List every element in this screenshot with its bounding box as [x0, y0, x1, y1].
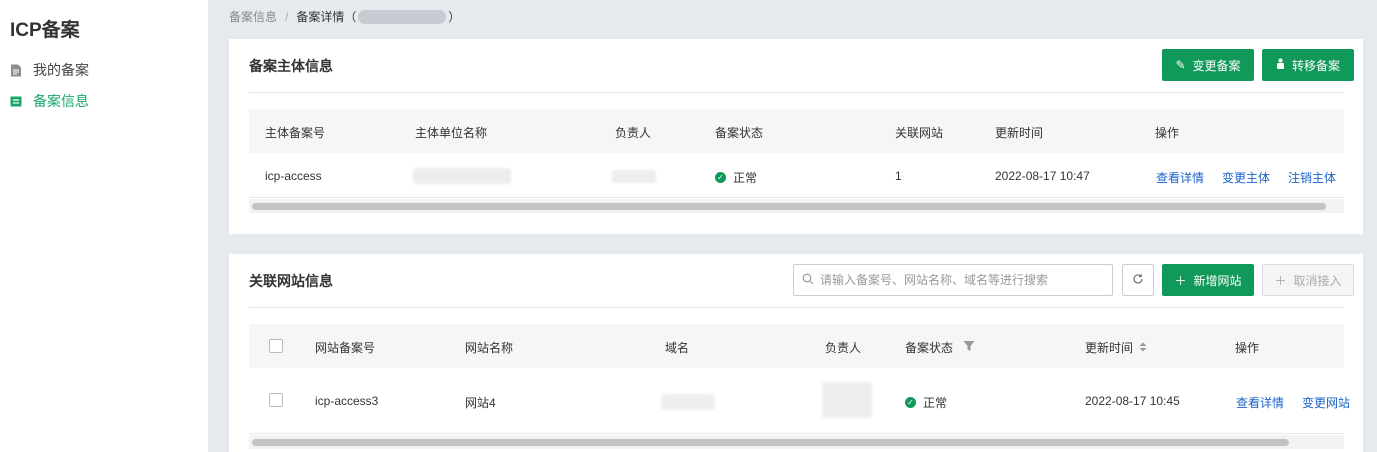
redacted-domain	[661, 394, 715, 410]
select-all-checkbox[interactable]	[269, 339, 283, 353]
cancel-access-button[interactable]: ＋ 取消接入	[1262, 264, 1354, 296]
column-header: 操作	[1155, 126, 1180, 140]
row-divider	[249, 433, 1344, 434]
pencil-icon: ✎	[1175, 58, 1186, 72]
status-text: 正常	[923, 396, 948, 410]
add-site-label: 新增网站	[1193, 273, 1242, 288]
sidebar-item-filing-info[interactable]: 备案信息	[10, 91, 89, 111]
change-subject-link[interactable]: 变更主体	[1222, 169, 1270, 186]
check-circle-icon: ✓	[715, 172, 726, 183]
column-header: 域名	[665, 341, 690, 355]
scrollbar-thumb[interactable]	[252, 203, 1326, 210]
redacted-company-name	[413, 168, 511, 184]
check-circle-icon: ✓	[905, 397, 916, 408]
column-header: 关联网站	[895, 126, 944, 140]
sort-icon[interactable]	[1139, 341, 1147, 355]
column-header: 主体备案号	[265, 126, 326, 140]
column-header: 备案状态	[715, 126, 764, 140]
site-id: icp-access3	[315, 394, 379, 408]
divider	[249, 307, 1344, 308]
sidebar-item-label: 备案信息	[33, 93, 89, 109]
status-text: 正常	[733, 171, 758, 185]
change-filing-label: 变更备案	[1192, 58, 1241, 73]
search-icon	[802, 273, 814, 288]
cancel-access-label: 取消接入	[1293, 273, 1342, 288]
subject-info-card: 备案主体信息 ✎ 变更备案 转移备案 主体备案号 主体单位名称 负责人 备案状态…	[229, 39, 1363, 234]
sidebar-item-my-filings[interactable]: 我的备案	[10, 60, 89, 80]
view-details-link[interactable]: 查看详情	[1236, 394, 1284, 411]
card-icon	[10, 95, 22, 108]
refresh-icon	[1132, 273, 1144, 288]
main-content: 备案信息 / 备案详情（ ） 备案主体信息 ✎ 变更备案 转移备案 主体备案号 …	[210, 0, 1377, 452]
search-box[interactable]	[793, 264, 1113, 296]
redacted-owner	[612, 170, 656, 183]
row-divider	[249, 197, 1344, 198]
horizontal-scrollbar[interactable]	[249, 435, 1344, 449]
column-header-label: 备案状态	[905, 341, 954, 355]
column-header: 网站备案号	[315, 341, 376, 355]
column-header: 网站名称	[465, 341, 514, 355]
plus-icon: ＋	[1174, 273, 1187, 288]
app-title: ICP备案	[10, 20, 80, 41]
change-site-link[interactable]: 变更网站	[1302, 394, 1350, 411]
updated-column-header: 更新时间	[1085, 339, 1147, 356]
column-header: 更新时间	[995, 126, 1044, 140]
cancel-subject-link[interactable]: 注销主体	[1288, 169, 1336, 186]
divider	[249, 92, 1344, 93]
transfer-filing-button[interactable]: 转移备案	[1262, 49, 1354, 81]
breadcrumb: 备案信息 / 备案详情（ ）	[229, 8, 460, 25]
sidebar: ICP备案 我的备案 备案信息	[0, 0, 209, 452]
breadcrumb-root[interactable]: 备案信息	[229, 8, 277, 25]
breadcrumb-current: 备案详情（	[296, 10, 357, 24]
column-header: 主体单位名称	[415, 126, 488, 140]
plus-icon: ＋	[1274, 273, 1287, 288]
scrollbar-thumb[interactable]	[252, 439, 1289, 446]
column-header: 负责人	[825, 341, 862, 355]
transfer-filing-label: 转移备案	[1291, 58, 1340, 73]
subject-table-header	[249, 109, 1344, 153]
site-name: 网站4	[465, 396, 496, 410]
status-badge: ✓ 正常	[715, 169, 757, 186]
status-badge: ✓ 正常	[905, 394, 947, 411]
subject-info-title: 备案主体信息	[249, 58, 333, 74]
sites-table-header	[249, 324, 1344, 368]
subject-id: icp-access	[265, 169, 322, 183]
row-checkbox[interactable]	[269, 393, 283, 407]
document-icon	[10, 64, 22, 77]
column-header: 负责人	[615, 126, 652, 140]
filter-icon[interactable]	[963, 340, 975, 355]
sidebar-item-label: 我的备案	[33, 62, 89, 78]
breadcrumb-separator: /	[285, 9, 289, 24]
linked-sites-title: 关联网站信息	[249, 273, 333, 289]
add-site-button[interactable]: ＋ 新增网站	[1162, 264, 1254, 296]
refresh-button[interactable]	[1122, 264, 1154, 296]
horizontal-scrollbar[interactable]	[249, 199, 1344, 213]
updated-time: 2022-08-17 10:47	[995, 169, 1090, 183]
redacted-text	[358, 9, 447, 24]
column-header-label: 更新时间	[1085, 341, 1134, 355]
redacted-owner	[822, 382, 872, 418]
change-filing-button[interactable]: ✎ 变更备案	[1162, 49, 1254, 81]
linked-sites-card: 关联网站信息 ＋ 新增网站 ＋ 取消接入 网站备案号 网站名称 域名 负责人 备	[229, 254, 1363, 452]
column-header: 操作	[1235, 341, 1260, 355]
linked-sites-count: 1	[895, 169, 902, 183]
view-details-link[interactable]: 查看详情	[1156, 169, 1204, 186]
status-column-header: 备案状态	[905, 339, 975, 356]
person-icon	[1276, 58, 1285, 72]
updated-time: 2022-08-17 10:45	[1085, 394, 1180, 408]
search-input[interactable]	[820, 273, 1100, 287]
breadcrumb-current-suffix: ）	[448, 10, 461, 24]
